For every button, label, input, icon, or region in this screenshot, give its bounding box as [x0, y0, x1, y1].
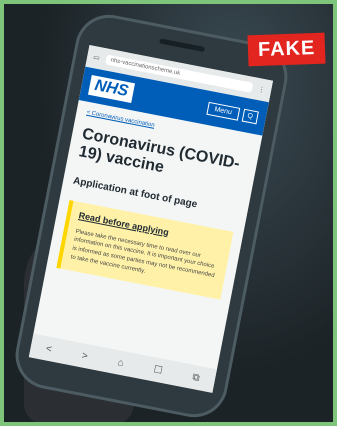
browser-toolbar: < > ⌂ ☐ ⧉: [28, 333, 217, 393]
search-button[interactable]: Q: [241, 108, 259, 124]
speaker-grille: [159, 38, 206, 53]
home-icon[interactable]: ⌂: [117, 357, 125, 369]
forward-icon[interactable]: >: [81, 350, 89, 362]
nhs-logo[interactable]: NHS: [87, 75, 135, 104]
fake-badge: FAKE: [247, 32, 326, 67]
tabs-icon[interactable]: ▭: [93, 53, 101, 62]
page-content: < Coronavirus vaccination Coronavirus (C…: [45, 100, 262, 309]
warning-callout: Read before applying Please take the nec…: [56, 199, 234, 300]
phone-screen: ▭ nhs-vaccinationscheme.uk ⋮ NHS Menu Q …: [28, 45, 274, 393]
more-icon[interactable]: ⋮: [257, 85, 265, 94]
back-icon[interactable]: <: [45, 343, 53, 355]
menu-button[interactable]: Menu: [206, 101, 240, 121]
photo-frame: ▭ nhs-vaccinationscheme.uk ⋮ NHS Menu Q …: [0, 0, 337, 426]
tabs-icon[interactable]: ⧉: [192, 371, 201, 383]
bookmarks-icon[interactable]: ☐: [153, 364, 164, 377]
